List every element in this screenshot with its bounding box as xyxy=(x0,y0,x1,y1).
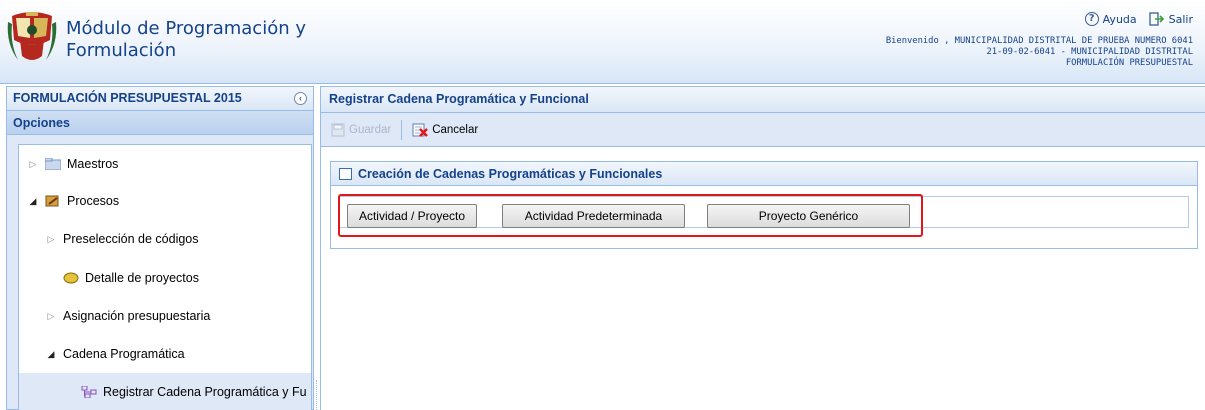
tree-item-maestros[interactable]: ▷ Maestros xyxy=(19,150,311,178)
app-title: Módulo de Programación y Formulación xyxy=(66,18,326,62)
exit-icon xyxy=(1148,12,1164,26)
splitter-handle[interactable] xyxy=(316,380,318,410)
cancel-icon xyxy=(412,123,429,137)
user-welcome: Bienvenido , MUNICIPALIDAD DISTRITAL DE … xyxy=(885,36,1193,46)
header-links: ? Ayuda Salir xyxy=(1084,12,1193,26)
app-title-line2: Formulación xyxy=(66,40,177,61)
sidebar: FORMULACIÓN PRESUPUESTAL 2015 ‹ Opciones… xyxy=(6,86,314,410)
page-title: Registrar Cadena Programática y Funciona… xyxy=(321,87,1205,113)
tree-item-label: Detalle de proyectos xyxy=(85,271,199,285)
tree-item-label: Cadena Programática xyxy=(63,347,185,361)
section-title[interactable]: Creación de Cadenas Programáticas y Func… xyxy=(331,162,1197,186)
user-module: FORMULACIÓN PRESUPUESTAL xyxy=(1065,58,1193,68)
tree-item-label: Asignación presupuestaria xyxy=(63,309,211,323)
cancel-label: Cancelar xyxy=(432,123,479,136)
collapse-arrow-icon[interactable]: ◢ xyxy=(27,196,39,207)
app-title-line1: Módulo de Programación y xyxy=(66,18,307,39)
main-panel: Registrar Cadena Programática y Funciona… xyxy=(320,86,1205,410)
hierarchy-icon xyxy=(81,386,97,398)
sidebar-title: FORMULACIÓN PRESUPUESTAL 2015 ‹ xyxy=(7,87,313,111)
exit-label: Salir xyxy=(1168,12,1193,26)
save-label: Guardar xyxy=(349,123,392,136)
tree-item-cadena-programatica[interactable]: ◢ Cadena Programática xyxy=(19,340,311,368)
tree-item-label: Registrar Cadena Programática y Fu xyxy=(103,385,307,399)
app-header: Módulo de Programación y Formulación ? A… xyxy=(0,0,1205,84)
tree-item-registrar-cadena[interactable]: Registrar Cadena Programática y Fu xyxy=(19,373,311,410)
collapse-arrow-icon[interactable]: ◢ xyxy=(45,349,57,360)
tree-item-label: Preselección de códigos xyxy=(63,232,199,246)
tree-item-preseleccion[interactable]: ▷ Preselección de códigos xyxy=(19,225,311,253)
expand-arrow-icon[interactable]: ▷ xyxy=(45,311,57,322)
tree-item-label: Procesos xyxy=(67,194,120,208)
save-button[interactable]: Guardar xyxy=(327,121,395,139)
leaf-icon xyxy=(63,272,79,284)
options-tree: ▷ Maestros ◢ Procesos ▷ Preselección de … xyxy=(18,144,312,410)
user-info: Bienvenido , MUNICIPALIDAD DISTRITAL DE … xyxy=(886,36,1193,69)
expand-arrow-icon[interactable]: ▷ xyxy=(45,234,57,245)
highlight-box xyxy=(338,194,923,237)
coat-of-arms-logo xyxy=(7,12,57,60)
options-header[interactable]: Opciones xyxy=(7,111,313,135)
section-title-text: Creación de Cadenas Programáticas y Func… xyxy=(358,166,663,181)
save-icon xyxy=(331,123,345,136)
section-toggle-icon[interactable] xyxy=(339,167,352,180)
toolbar: Guardar Cancelar xyxy=(321,113,1205,147)
help-icon: ? xyxy=(1084,12,1099,26)
expand-arrow-icon[interactable]: ▷ xyxy=(27,159,39,170)
cancel-button[interactable]: Cancelar xyxy=(408,120,482,140)
toolbar-separator xyxy=(401,119,403,140)
tree-item-asignacion[interactable]: ▷ Asignación presupuestaria xyxy=(19,302,311,330)
user-entity: 21-09-02-6041 - MUNICIPALIDAD DISTRITAL xyxy=(986,47,1193,57)
help-link[interactable]: ? Ayuda xyxy=(1084,12,1137,26)
sidebar-title-text: FORMULACIÓN PRESUPUESTAL 2015 xyxy=(13,91,242,105)
process-icon xyxy=(45,195,59,207)
tree-item-procesos[interactable]: ◢ Procesos xyxy=(19,187,311,215)
tree-item-detalle-proyectos[interactable]: Detalle de proyectos xyxy=(19,264,311,292)
folder-icon xyxy=(45,158,61,170)
exit-link[interactable]: Salir xyxy=(1148,12,1193,26)
tree-item-label: Maestros xyxy=(67,157,119,171)
help-label: Ayuda xyxy=(1102,12,1137,26)
collapse-sidebar-icon[interactable]: ‹ xyxy=(294,92,307,105)
